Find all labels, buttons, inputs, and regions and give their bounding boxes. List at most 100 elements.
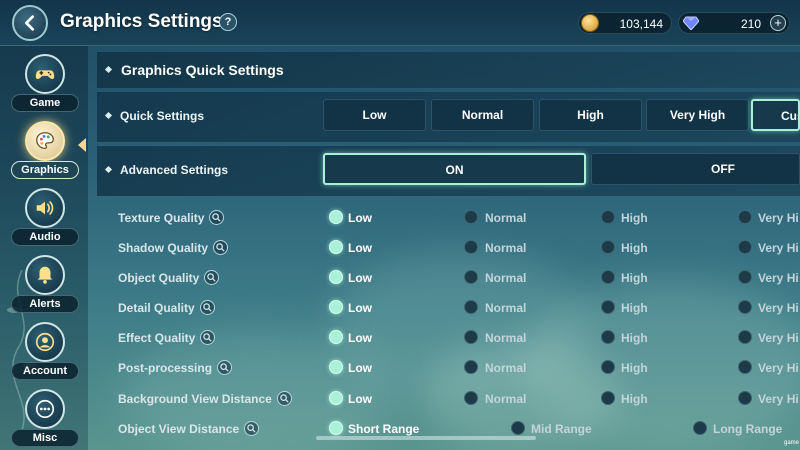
- sidebar-item-account[interactable]: Account: [8, 322, 82, 384]
- radio-normal[interactable]: [464, 391, 478, 405]
- radio-very-high[interactable]: [738, 391, 752, 405]
- advanced-on-button[interactable]: ON: [323, 153, 586, 185]
- radio-very-high[interactable]: [738, 270, 752, 284]
- quick-settings-label: Quick Settings: [120, 109, 205, 123]
- radio-low[interactable]: [329, 270, 343, 284]
- radio-high[interactable]: [601, 391, 615, 405]
- radio-very-high[interactable]: [738, 210, 752, 224]
- sidebar-item-audio[interactable]: Audio: [8, 188, 82, 250]
- setting-label-text: Object View Distance: [118, 422, 240, 436]
- radio-high[interactable]: [601, 270, 615, 284]
- quality-setting-row: Detail Quality Low Normal High Very Hi: [97, 293, 800, 323]
- add-gems-button[interactable]: +: [770, 15, 786, 31]
- setting-label: Object View Distance: [118, 421, 260, 437]
- gem-currency: 210 +: [678, 12, 790, 34]
- radio-label: Normal: [485, 271, 527, 285]
- radio-label: Very Hi: [758, 271, 799, 285]
- info-magnifier-icon[interactable]: [217, 360, 233, 376]
- horizontal-scrollbar[interactable]: [316, 436, 536, 440]
- sidebar-item-graphics[interactable]: Graphics: [8, 121, 82, 183]
- radio-label: Low: [348, 271, 372, 285]
- radio-very-high[interactable]: [738, 240, 752, 254]
- radio-label: Short Range: [348, 422, 420, 436]
- radio-label: Very Hi: [758, 211, 799, 225]
- radio-label: Very Hi: [758, 392, 799, 406]
- info-magnifier-icon[interactable]: [276, 391, 292, 407]
- radio-label: Mid Range: [531, 422, 592, 436]
- help-button[interactable]: ?: [219, 13, 237, 31]
- quick-settings-row: Quick Settings Low Normal High Very High…: [97, 92, 800, 142]
- sidebar-item-game[interactable]: Game: [8, 54, 82, 116]
- quick-option-custom[interactable]: Cus: [751, 99, 800, 131]
- radio-label: Low: [348, 301, 372, 315]
- radio-low[interactable]: [329, 240, 343, 254]
- advanced-settings-label: Advanced Settings: [120, 163, 229, 177]
- quality-setting-row: Shadow Quality Low Normal High Very Hi: [97, 233, 800, 263]
- radio-high[interactable]: [601, 360, 615, 374]
- radio-low[interactable]: [329, 360, 343, 374]
- sidebar-item-label: Graphics: [11, 161, 79, 179]
- info-magnifier-icon[interactable]: [244, 421, 260, 437]
- radio-low[interactable]: [329, 210, 343, 224]
- quality-setting-row: Post-processing Low Normal High Very Hi: [97, 353, 800, 383]
- back-button[interactable]: [12, 5, 48, 41]
- quick-option-low[interactable]: Low: [323, 99, 426, 131]
- radio-normal[interactable]: [464, 210, 478, 224]
- sidebar-item-label: Alerts: [11, 295, 79, 313]
- setting-label: Texture Quality: [118, 210, 225, 226]
- gem-icon: [683, 16, 699, 30]
- radio-label: High: [621, 241, 648, 255]
- sidebar-item-label: Audio: [11, 228, 79, 246]
- radio-normal[interactable]: [464, 330, 478, 344]
- radio-label: High: [621, 361, 648, 375]
- user-icon: [35, 332, 55, 352]
- radio-very-high[interactable]: [738, 360, 752, 374]
- radio-low[interactable]: [329, 330, 343, 344]
- sidebar-item-misc[interactable]: Misc: [8, 389, 82, 450]
- radio-label: Very Hi: [758, 361, 799, 375]
- setting-label-text: Object Quality: [118, 271, 200, 285]
- advanced-off-button[interactable]: OFF: [591, 153, 800, 185]
- diamond-bullet-icon: [104, 165, 113, 174]
- info-magnifier-icon[interactable]: [209, 210, 225, 226]
- gem-amount: 210: [740, 17, 761, 31]
- radio-label: High: [621, 211, 648, 225]
- radio-label: Low: [348, 392, 372, 406]
- header-bar: Graphics Settings ? 103,144 210 +: [0, 0, 800, 46]
- radio-normal[interactable]: [464, 360, 478, 374]
- radio-mid-range[interactable]: [511, 421, 525, 435]
- radio-label: Normal: [485, 392, 527, 406]
- quick-option-normal[interactable]: Normal: [431, 99, 534, 131]
- radio-normal[interactable]: [464, 300, 478, 314]
- setting-label: Shadow Quality: [118, 240, 229, 256]
- radio-normal[interactable]: [464, 270, 478, 284]
- radio-high[interactable]: [601, 210, 615, 224]
- radio-long-range[interactable]: [693, 421, 707, 435]
- radio-label: Normal: [485, 211, 527, 225]
- info-magnifier-icon[interactable]: [204, 270, 220, 286]
- info-magnifier-icon[interactable]: [199, 300, 215, 316]
- radio-label: Long Range: [713, 422, 783, 436]
- gold-currency: 103,144: [578, 12, 672, 34]
- quick-option-high[interactable]: High: [539, 99, 642, 131]
- radio-normal[interactable]: [464, 240, 478, 254]
- speaker-icon: [36, 201, 54, 215]
- radio-very-high[interactable]: [738, 300, 752, 314]
- setting-label-text: Background View Distance: [118, 392, 272, 406]
- section-title: Graphics Quick Settings: [121, 62, 284, 78]
- radio-label: Normal: [485, 331, 527, 345]
- radio-short-range[interactable]: [329, 421, 343, 435]
- radio-high[interactable]: [601, 300, 615, 314]
- radio-high[interactable]: [601, 240, 615, 254]
- radio-very-high[interactable]: [738, 330, 752, 344]
- info-magnifier-icon[interactable]: [200, 330, 216, 346]
- radio-label: High: [621, 331, 648, 345]
- radio-low[interactable]: [329, 300, 343, 314]
- gold-amount: 103,144: [619, 17, 663, 31]
- radio-high[interactable]: [601, 330, 615, 344]
- active-tab-indicator: [78, 138, 86, 152]
- sidebar-item-alerts[interactable]: Alerts: [8, 255, 82, 317]
- radio-low[interactable]: [329, 391, 343, 405]
- info-magnifier-icon[interactable]: [213, 240, 229, 256]
- quick-option-very-high[interactable]: Very High: [646, 99, 749, 131]
